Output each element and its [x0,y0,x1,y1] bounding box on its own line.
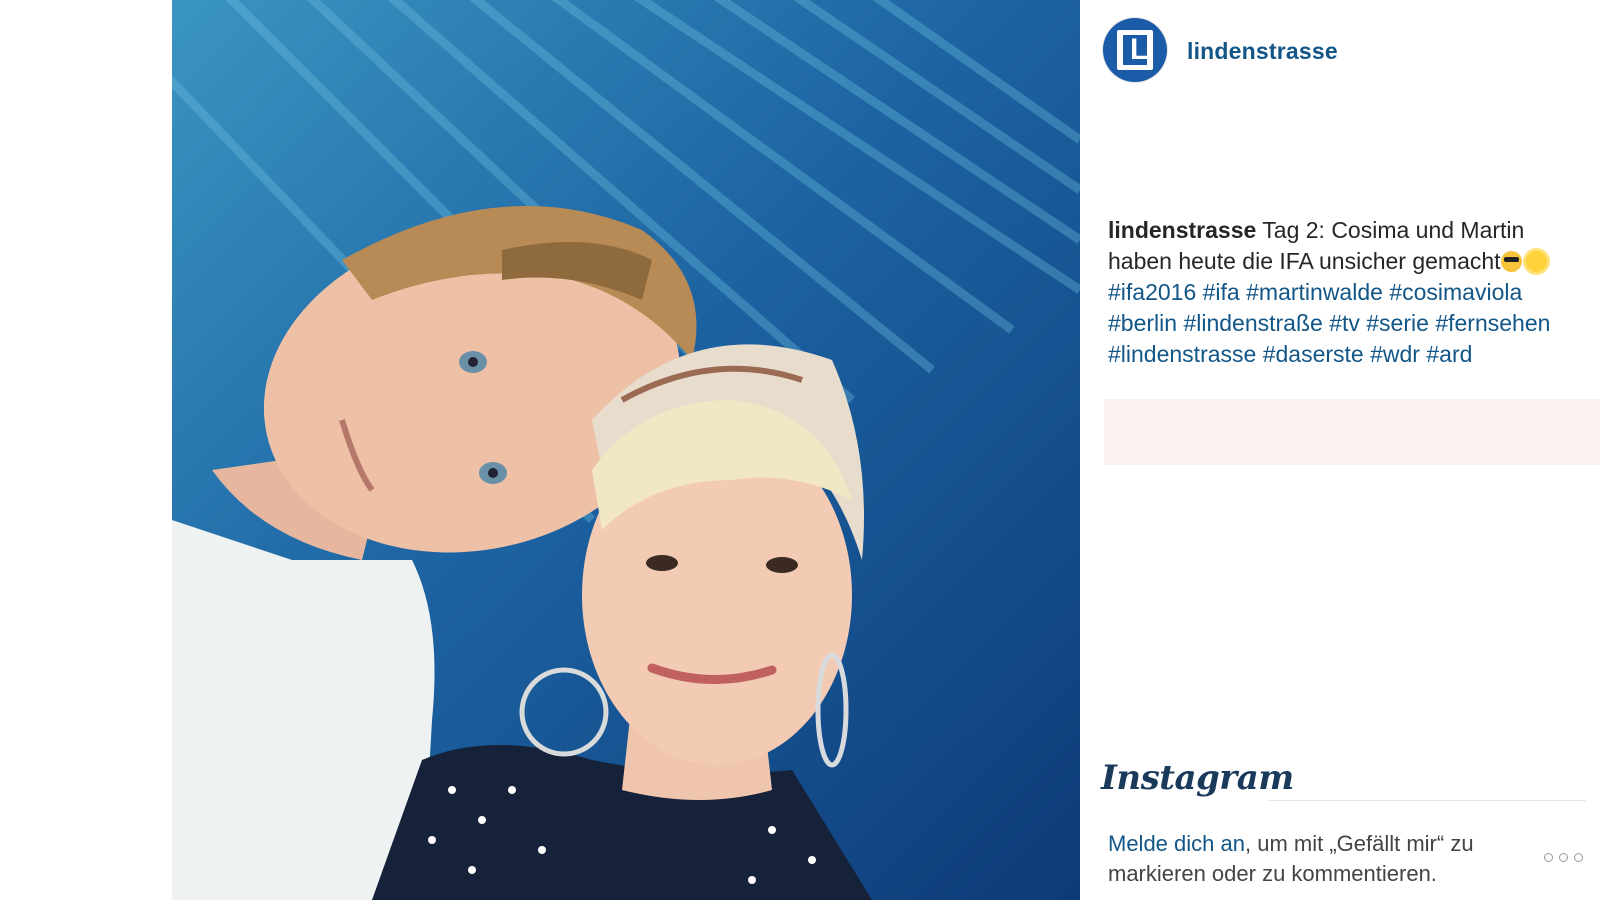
more-dots-icon[interactable] [1544,850,1590,864]
hashtag-link[interactable]: #ifa2016 [1108,279,1196,305]
hashtag-link[interactable]: #ifa [1203,279,1240,305]
hashtag-link[interactable]: #serie [1366,310,1429,336]
hashtag-link[interactable]: #fernsehen [1435,310,1550,336]
avatar-letter: L [1130,33,1149,66]
hashtag-link[interactable]: #cosimaviola [1389,279,1522,305]
dot [1544,852,1553,862]
hashtag-link[interactable]: #lindenstraße [1183,310,1322,336]
photo-illustration [172,0,1080,900]
hashtag-link[interactable]: #daserste [1263,341,1364,367]
dot [1559,852,1568,862]
profile-username-link[interactable]: lindenstrasse [1187,38,1338,65]
hashtag-link[interactable]: #berlin [1108,310,1177,336]
post-caption: lindenstrasse Tag 2: Cosima und Martin h… [1108,215,1578,370]
smiling-face-with-sunglasses-icon [1500,251,1522,272]
hashtag-link[interactable]: #tv [1329,310,1360,336]
hashtag-link[interactable]: #ard [1426,341,1472,367]
profile-avatar[interactable]: L [1103,18,1167,82]
hashtag-link[interactable]: #wdr [1370,341,1420,367]
dot [1574,852,1583,862]
login-prompt: Melde dich an, um mit „Gefällt mir“ zu m… [1108,829,1528,889]
sun-icon [1525,251,1547,272]
login-link[interactable]: Melde dich an [1108,831,1245,856]
hashtag-link[interactable]: #lindenstrasse [1108,341,1256,367]
post-photo[interactable] [172,0,1080,900]
instagram-logo[interactable]: Instagram [1101,758,1294,798]
footer-divider [1268,800,1586,801]
caption-username-link[interactable]: lindenstrasse [1108,217,1256,243]
comments-placeholder [1104,399,1600,465]
hashtag-link[interactable]: #martinwalde [1246,279,1383,305]
logo-icon: L [1117,30,1153,70]
